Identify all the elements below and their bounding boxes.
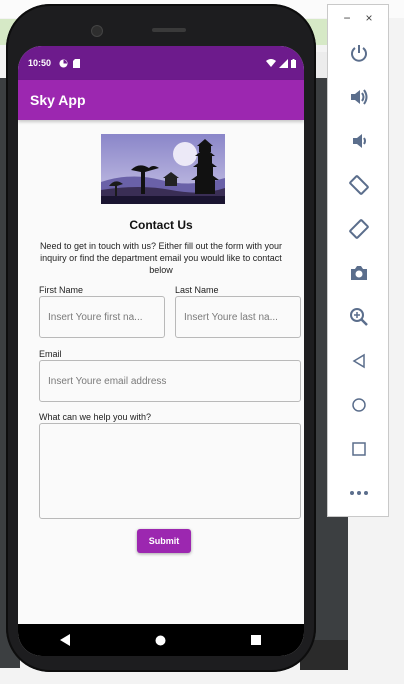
- volume-down-icon: [353, 134, 366, 148]
- close-button[interactable]: ×: [365, 11, 372, 25]
- more-icon: [350, 491, 368, 495]
- message-label: What can we help you with?: [39, 412, 152, 422]
- rotate-right-icon: [349, 219, 369, 239]
- battery-icon: [291, 58, 296, 68]
- emulator-toolbar: − ×: [327, 4, 389, 517]
- device-frame: 10:50 Sky App Contact Us Need to get in …: [6, 4, 316, 672]
- minimize-button[interactable]: −: [343, 11, 350, 25]
- device-screen: 10:50 Sky App Contact Us Need to get in …: [18, 46, 304, 656]
- nav-back-button[interactable]: [54, 630, 78, 650]
- rotate-right-button[interactable]: [328, 207, 390, 251]
- contact-title: Contact Us: [129, 218, 193, 232]
- nav-recents-button[interactable]: [244, 630, 268, 650]
- zoom-button[interactable]: [328, 295, 390, 339]
- pagoda-landscape-image: [101, 134, 225, 204]
- nav-home-button[interactable]: [149, 630, 173, 650]
- contact-page: Contact Us Need to get in touch with us?…: [18, 120, 304, 624]
- camera-icon: [351, 266, 367, 280]
- recents-square-icon: [251, 635, 262, 645]
- signal-icon: [279, 58, 288, 68]
- rotate-left-icon: [349, 175, 369, 195]
- email-field[interactable]: Insert Youre email address: [39, 360, 301, 402]
- sd-card-icon: [73, 58, 81, 68]
- power-button[interactable]: [328, 31, 390, 75]
- back-icon: [352, 353, 365, 369]
- first-name-label: First Name: [39, 285, 84, 295]
- speaker-grille: [152, 28, 186, 32]
- navigation-bar: [18, 624, 304, 656]
- last-name-field[interactable]: Insert Youre last na...: [175, 296, 301, 338]
- status-time: 10:50: [28, 58, 52, 68]
- home-icon: [352, 398, 366, 412]
- status-bar: 10:50: [18, 46, 304, 80]
- back-triangle-icon: [60, 634, 71, 646]
- app-notification-icon: [59, 58, 68, 68]
- app-title: Sky App: [30, 92, 86, 108]
- front-camera-icon: [91, 25, 103, 37]
- email-label: Email: [39, 349, 62, 359]
- home-button[interactable]: [328, 383, 390, 427]
- more-button[interactable]: [328, 471, 390, 515]
- volume-up-button[interactable]: [328, 75, 390, 119]
- volume-up-icon: [351, 89, 368, 105]
- last-name-label: Last Name: [175, 285, 219, 295]
- rotate-left-button[interactable]: [328, 163, 390, 207]
- screenshot-button[interactable]: [328, 251, 390, 295]
- volume-down-button[interactable]: [328, 119, 390, 163]
- zoom-icon: [350, 308, 368, 326]
- message-textarea[interactable]: [39, 423, 301, 519]
- emulator-toolbar-header: − ×: [328, 5, 388, 31]
- submit-button[interactable]: Submit: [137, 529, 191, 553]
- home-circle-icon: [155, 635, 166, 645]
- wifi-icon: [266, 59, 276, 67]
- power-icon: [351, 45, 367, 62]
- back-button[interactable]: [328, 339, 390, 383]
- first-name-field[interactable]: Insert Youre first na...: [39, 296, 165, 338]
- overview-button[interactable]: [328, 427, 390, 471]
- overview-icon: [352, 442, 366, 456]
- app-bar: Sky App: [18, 80, 304, 120]
- contact-description: Need to get in touch with us? Either fil…: [39, 241, 283, 275]
